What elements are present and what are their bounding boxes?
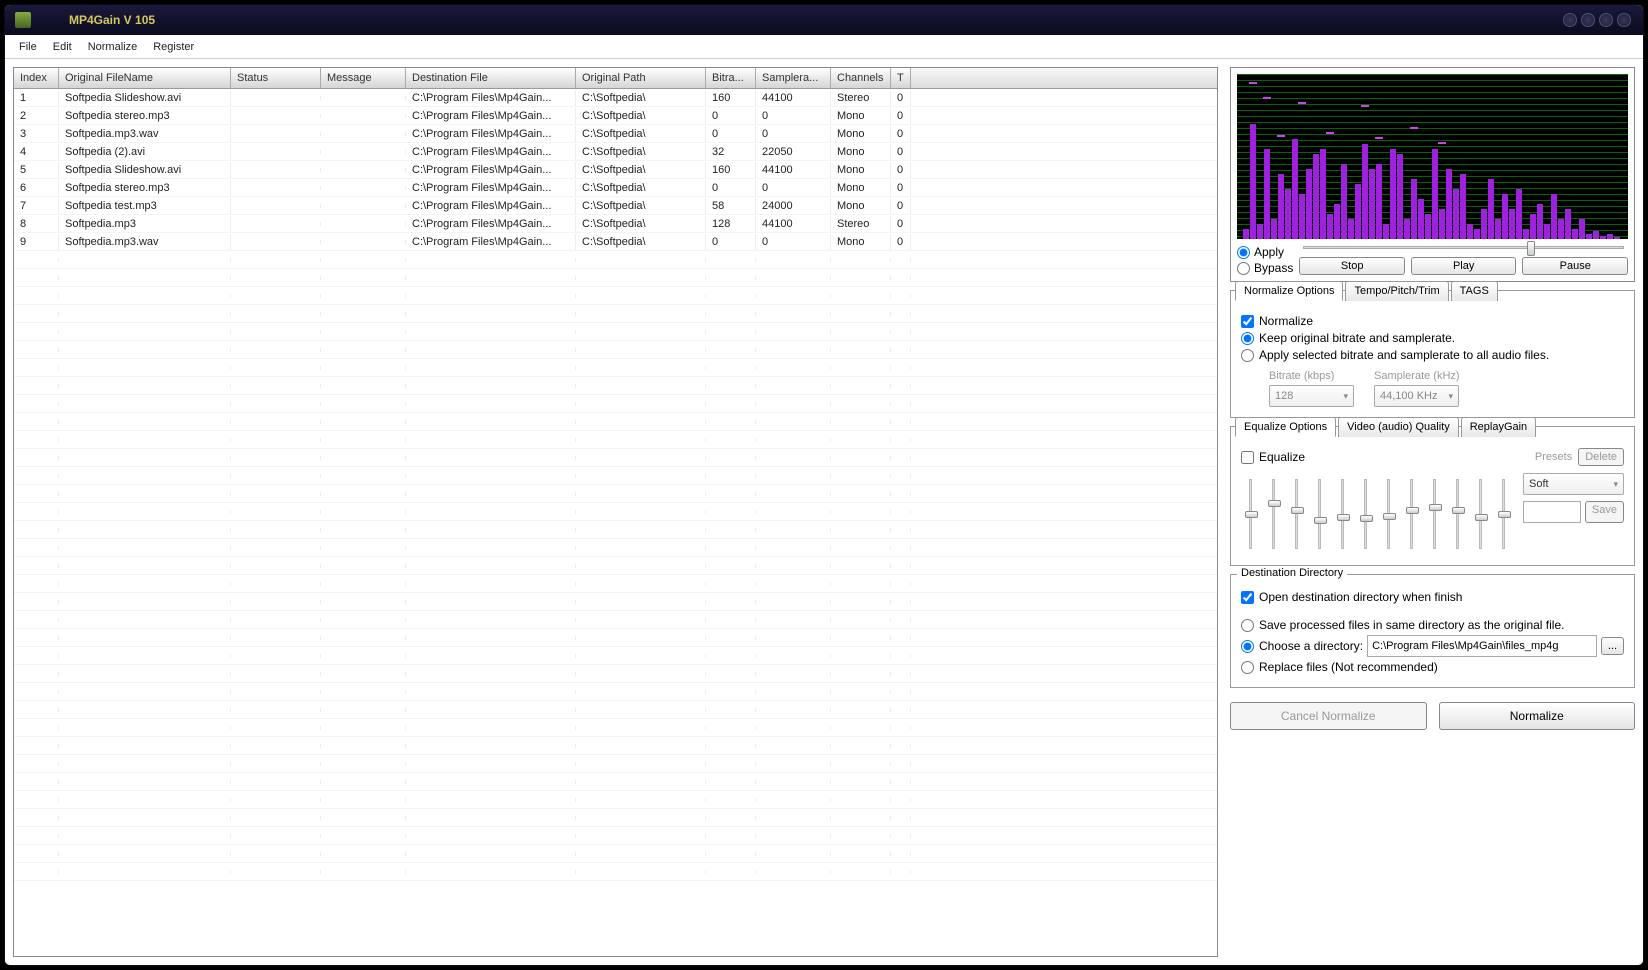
tab-replaygain[interactable]: ReplayGain — [1461, 417, 1536, 437]
col-header[interactable]: Bitra... — [706, 68, 756, 88]
table-row[interactable]: 7Softpedia test.mp3C:\Program Files\Mp4G… — [14, 197, 1217, 215]
tab-normalize-options[interactable]: Normalize Options — [1235, 281, 1343, 301]
col-header[interactable]: Message — [321, 68, 406, 88]
table-row[interactable]: 8Softpedia.mp3C:\Program Files\Mp4Gain..… — [14, 215, 1217, 233]
help-button[interactable] — [1599, 13, 1613, 27]
save-preset-button[interactable]: Save — [1585, 501, 1624, 523]
visualizer-panel: Apply Bypass Stop Play Pause — [1230, 67, 1635, 282]
app-window: MP4Gain V 105 FileEditNormalizeRegister … — [4, 4, 1644, 966]
eq-band-slider[interactable] — [1402, 479, 1421, 549]
eq-band-slider[interactable] — [1494, 479, 1513, 549]
eq-band-slider[interactable] — [1310, 479, 1329, 549]
col-header[interactable]: Samplera... — [756, 68, 831, 88]
spectrum-display — [1237, 74, 1628, 239]
col-header[interactable]: Destination File — [406, 68, 576, 88]
open-after-checkbox[interactable]: Open destination directory when finish — [1241, 590, 1624, 604]
cancel-normalize-button[interactable]: Cancel Normalize — [1230, 702, 1427, 730]
window-title: MP4Gain V 105 — [69, 13, 155, 27]
col-header[interactable]: Original FileName — [59, 68, 231, 88]
preset-name-input[interactable] — [1523, 501, 1581, 523]
tab-equalize-options[interactable]: Equalize Options — [1235, 417, 1336, 437]
menu-register[interactable]: Register — [145, 37, 202, 57]
app-icon — [15, 12, 31, 28]
eq-band-slider[interactable] — [1425, 479, 1444, 549]
col-header[interactable]: T — [891, 68, 911, 88]
normalize-checkbox[interactable]: Normalize — [1241, 314, 1624, 328]
menu-edit[interactable]: Edit — [45, 37, 80, 57]
apply-selected-radio[interactable]: Apply selected bitrate and samplerate to… — [1241, 348, 1624, 362]
same-dir-radio[interactable]: Save processed files in same directory a… — [1241, 618, 1624, 632]
titlebar[interactable]: MP4Gain V 105 — [5, 5, 1643, 35]
tab-tempo-pitch-trim[interactable]: Tempo/Pitch/Trim — [1345, 281, 1448, 301]
table-body[interactable]: 1Softpedia Slideshow.aviC:\Program Files… — [14, 89, 1217, 956]
table-row[interactable]: 4Softpedia (2).aviC:\Program Files\Mp4Ga… — [14, 143, 1217, 161]
eq-band-slider[interactable] — [1287, 479, 1306, 549]
menubar: FileEditNormalizeRegister — [5, 35, 1643, 59]
destination-panel: Destination Directory Open destination d… — [1230, 574, 1635, 688]
minimize-button[interactable] — [1563, 13, 1577, 27]
tab-video-quality[interactable]: Video (audio) Quality — [1338, 417, 1459, 437]
keep-original-radio[interactable]: Keep original bitrate and samplerate. — [1241, 331, 1624, 345]
replace-files-radio[interactable]: Replace files (Not recommended) — [1241, 660, 1624, 674]
maximize-button[interactable] — [1581, 13, 1595, 27]
eq-band-slider[interactable] — [1264, 479, 1283, 549]
preset-combo[interactable]: Soft — [1523, 473, 1624, 495]
eq-band-slider[interactable] — [1241, 479, 1260, 549]
eq-band-slider[interactable] — [1356, 479, 1375, 549]
normalize-button[interactable]: Normalize — [1439, 702, 1636, 730]
stop-button[interactable]: Stop — [1299, 257, 1405, 275]
equalize-checkbox[interactable]: Equalize — [1241, 450, 1305, 464]
bitrate-combo[interactable]: 128 — [1269, 385, 1354, 407]
col-header[interactable]: Status — [231, 68, 321, 88]
close-button[interactable] — [1617, 13, 1631, 27]
eq-band-slider[interactable] — [1333, 479, 1352, 549]
equalize-options-panel: Equalize Options Video (audio) Quality R… — [1230, 426, 1635, 566]
delete-preset-button[interactable]: Delete — [1578, 448, 1624, 466]
file-table: IndexOriginal FileNameStatusMessageDesti… — [13, 67, 1218, 957]
eq-band-slider[interactable] — [1379, 479, 1398, 549]
eq-sliders[interactable] — [1241, 473, 1513, 555]
menu-file[interactable]: File — [11, 37, 45, 57]
browse-button[interactable]: ... — [1601, 637, 1624, 655]
play-button[interactable]: Play — [1411, 257, 1517, 275]
presets-label: Presets — [1535, 451, 1572, 463]
table-row[interactable]: 3Softpedia.mp3.wavC:\Program Files\Mp4Ga… — [14, 125, 1217, 143]
destination-legend: Destination Directory — [1237, 567, 1347, 579]
table-header: IndexOriginal FileNameStatusMessageDesti… — [14, 68, 1217, 89]
pause-button[interactable]: Pause — [1522, 257, 1628, 275]
col-header[interactable]: Original Path — [576, 68, 706, 88]
tab-tags[interactable]: TAGS — [1451, 281, 1498, 301]
bypass-radio[interactable]: Bypass — [1237, 261, 1293, 275]
eq-band-slider[interactable] — [1471, 479, 1490, 549]
col-header[interactable]: Index — [14, 68, 59, 88]
col-header[interactable]: Channels — [831, 68, 891, 88]
table-row[interactable]: 2Softpedia stereo.mp3C:\Program Files\Mp… — [14, 107, 1217, 125]
directory-input[interactable]: C:\Program Files\Mp4Gain\files_mp4g — [1367, 635, 1597, 657]
samplerate-combo[interactable]: 44,100 KHz — [1374, 385, 1459, 407]
samplerate-label: Samplerate (kHz) — [1374, 370, 1460, 382]
apply-radio[interactable]: Apply — [1237, 245, 1293, 259]
table-row[interactable]: 1Softpedia Slideshow.aviC:\Program Files… — [14, 89, 1217, 107]
playback-slider[interactable] — [1299, 246, 1628, 249]
bitrate-label: Bitrate (kbps) — [1269, 370, 1354, 382]
menu-normalize[interactable]: Normalize — [80, 37, 146, 57]
table-row[interactable]: 9Softpedia.mp3.wavC:\Program Files\Mp4Ga… — [14, 233, 1217, 251]
choose-dir-radio[interactable]: Choose a directory: — [1241, 639, 1363, 653]
normalize-options-panel: Normalize Options Tempo/Pitch/Trim TAGS … — [1230, 290, 1635, 418]
table-row[interactable]: 5Softpedia Slideshow.aviC:\Program Files… — [14, 161, 1217, 179]
table-row[interactable]: 6Softpedia stereo.mp3C:\Program Files\Mp… — [14, 179, 1217, 197]
eq-band-slider[interactable] — [1448, 479, 1467, 549]
